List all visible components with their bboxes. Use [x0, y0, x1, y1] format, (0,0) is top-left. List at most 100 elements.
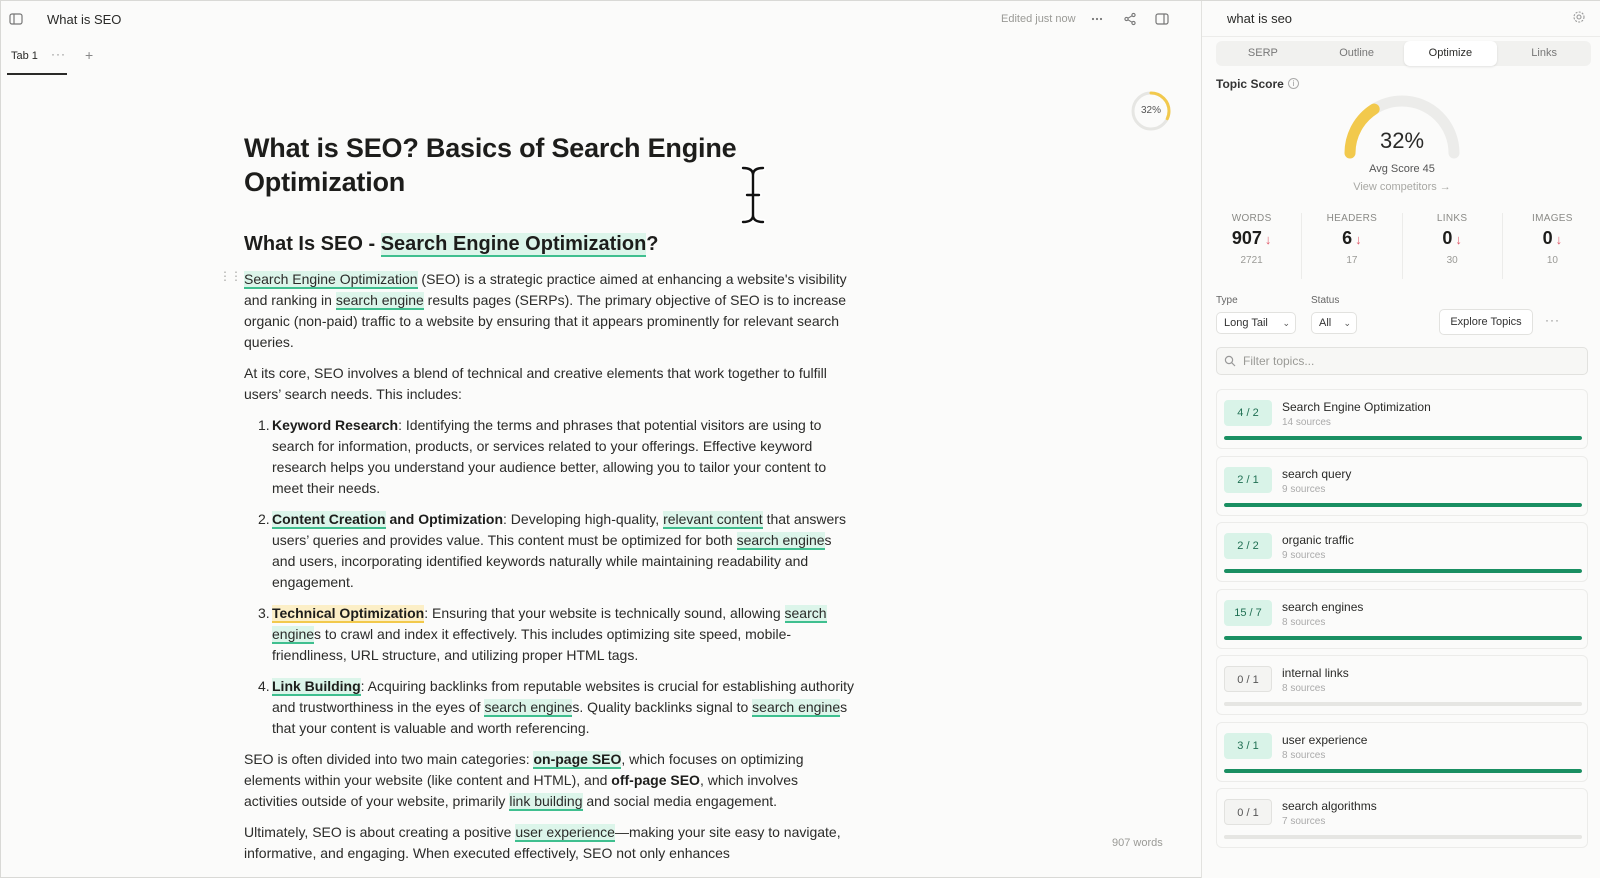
topic-count-badge: 0 / 1	[1224, 666, 1272, 692]
topic-progress-fill	[1224, 502, 1582, 507]
keyword-highlight[interactable]: search engine	[736, 532, 825, 550]
keyword-highlight[interactable]: Search Engine Optimization	[380, 233, 647, 257]
keyword-search-row	[1202, 1, 1600, 37]
panel-tabs: SERP Outline Optimize Links	[1216, 41, 1591, 66]
type-select[interactable]: Long Tail ⌄	[1216, 312, 1296, 334]
tab-more-icon[interactable]: ···	[51, 47, 66, 61]
filter-topics-box	[1216, 347, 1588, 375]
topic-list: 4 / 2 Search Engine Optimization 14 source…	[1216, 389, 1588, 855]
numbered-list: 1. Keyword Research: Identifying the ter…	[244, 415, 854, 739]
drag-handle-icon[interactable]: ⋮⋮	[219, 269, 242, 283]
topic-progress-bar	[1224, 768, 1582, 773]
keyword-highlight[interactable]: search engine	[752, 699, 841, 717]
topic-progress-fill	[1224, 635, 1582, 640]
average-score: Avg Score 45	[1369, 163, 1435, 175]
settings-gear-icon[interactable]	[1572, 10, 1586, 24]
tab-outline[interactable]: Outline	[1310, 41, 1404, 66]
topic-item[interactable]: 0 / 1 search algorithms 7 sources	[1216, 788, 1588, 848]
keyword-highlight[interactable]: search engine	[335, 292, 424, 310]
keyword-highlight[interactable]: Content Creation	[272, 511, 386, 529]
paragraph: Ultimately, SEO is about creating a posi…	[244, 824, 841, 861]
keyword-highlight[interactable]: relevant content	[663, 511, 763, 529]
paragraph: SEO is often divided into two main categ…	[244, 751, 804, 811]
topic-item[interactable]: 2 / 1 search query 9 sources	[1216, 455, 1588, 516]
topic-count-badge: 0 / 1	[1224, 799, 1272, 825]
keyword-highlight[interactable]: on-page SEO	[533, 751, 622, 769]
down-arrow-icon: ↓	[1355, 232, 1362, 247]
keyword-highlight[interactable]: Link Building	[272, 678, 361, 696]
stat-words: WORDS 907 ↓ 2721	[1202, 213, 1303, 279]
tab-label: Tab 1	[11, 50, 38, 62]
topic-sources: 8 sources	[1282, 683, 1326, 694]
topic-name: internal links	[1282, 666, 1349, 680]
list-item: 3. Technical Optimization: Ensuring that…	[258, 605, 827, 663]
section-heading: What Is SEO - Search Engine Optimization…	[244, 233, 659, 257]
score-ring: 32%	[1129, 89, 1173, 133]
keyword-highlight[interactable]: link building	[509, 793, 583, 811]
editor[interactable]: 32% 907 words ⋮⋮ What is SEO? Basics of …	[1, 75, 1181, 878]
topic-name: user experience	[1282, 732, 1368, 747]
topic-progress-fill	[1224, 569, 1582, 573]
score-ring-value: 32%	[1140, 105, 1161, 116]
topic-progress-fill	[1224, 436, 1582, 440]
top-bar: What is SEO Edited just now	[1, 1, 1201, 37]
topic-name: search algorithms	[1282, 799, 1377, 813]
topic-progress-bar	[1224, 569, 1582, 573]
view-competitors-link[interactable]: View competitors →	[1322, 181, 1482, 193]
topic-item[interactable]: 15 / 7 search engines 8 sources	[1216, 588, 1588, 649]
topic-sources: 9 sources	[1282, 483, 1326, 495]
text-cursor-icon	[739, 165, 767, 225]
edited-status: Edited just now	[1001, 13, 1076, 25]
topic-count-badge: 2 / 1	[1224, 466, 1272, 493]
topic-count-badge: 4 / 2	[1224, 400, 1272, 426]
add-tab-icon[interactable]: +	[85, 47, 93, 63]
share-icon[interactable]	[1119, 8, 1141, 30]
topic-progress-bar	[1224, 502, 1582, 507]
keyword-search-input[interactable]	[1227, 11, 1567, 26]
status-filter-label: Status	[1311, 295, 1340, 306]
word-count: 907 words	[1112, 837, 1163, 849]
topic-sources: 8 sources	[1282, 616, 1326, 628]
more-options-icon[interactable]: ···	[1545, 313, 1560, 327]
document-title[interactable]: What is SEO	[47, 12, 121, 27]
intro-paragraph: Search Engine Optimization (SEO) is a st…	[244, 271, 847, 350]
filter-topics-input[interactable]	[1243, 354, 1563, 368]
topic-count-badge: 15 / 7	[1224, 599, 1272, 626]
tab-links[interactable]: Links	[1497, 41, 1591, 66]
more-options-icon[interactable]	[1086, 8, 1108, 30]
topic-name: Search Engine Optimization	[1282, 400, 1431, 414]
status-select[interactable]: All ⌄	[1311, 312, 1357, 334]
document-content[interactable]: What is SEO? Basics of Search Engine Opt…	[244, 131, 854, 864]
search-icon	[1224, 355, 1236, 367]
keyword-highlight[interactable]: search engine	[484, 699, 573, 717]
topic-item[interactable]: 0 / 1 internal links 8 sources	[1216, 655, 1588, 715]
keyword-highlight[interactable]: Search Engine Optimization	[244, 271, 418, 289]
topic-name: search engines	[1282, 599, 1364, 614]
tab-serp[interactable]: SERP	[1216, 41, 1310, 66]
topic-sources: 7 sources	[1282, 816, 1326, 827]
topic-progress-bar	[1224, 635, 1582, 640]
list-item: 1. Keyword Research: Identifying the ter…	[258, 417, 827, 496]
sidebar-toggle-icon[interactable]	[5, 8, 27, 30]
topic-name: search query	[1282, 466, 1352, 481]
keyword-highlight[interactable]: user experience	[515, 824, 615, 842]
topic-sources: 14 sources	[1282, 417, 1331, 428]
tab-1[interactable]: Tab 1 ···	[7, 39, 67, 75]
down-arrow-icon: ↓	[1555, 232, 1563, 247]
panel-toggle-icon[interactable]	[1151, 8, 1173, 30]
explore-topics-button[interactable]: Explore Topics	[1439, 309, 1533, 335]
type-filter-label: Type	[1216, 295, 1238, 306]
tab-optimize[interactable]: Optimize	[1403, 41, 1498, 66]
topic-item[interactable]: 2 / 2 organic traffic 9 sources	[1216, 522, 1588, 582]
topic-progress-fill	[1224, 768, 1582, 773]
keyword-highlight-warning[interactable]: Technical Optimization	[272, 605, 425, 623]
topic-score-value: 32%	[1379, 128, 1425, 153]
topic-sources: 8 sources	[1282, 749, 1326, 761]
topic-item[interactable]: 3 / 1 user experience 8 sources	[1216, 721, 1588, 782]
topic-progress-bar	[1224, 835, 1582, 839]
chevron-down-icon: ⌄	[1282, 318, 1290, 328]
topic-item[interactable]: 4 / 2 Search Engine Optimization 14 source…	[1216, 389, 1588, 449]
down-arrow-icon: ↓	[1455, 232, 1462, 247]
info-icon[interactable]: i	[1288, 78, 1299, 89]
list-item: 2. Content Creation and Optimization: De…	[258, 511, 846, 590]
